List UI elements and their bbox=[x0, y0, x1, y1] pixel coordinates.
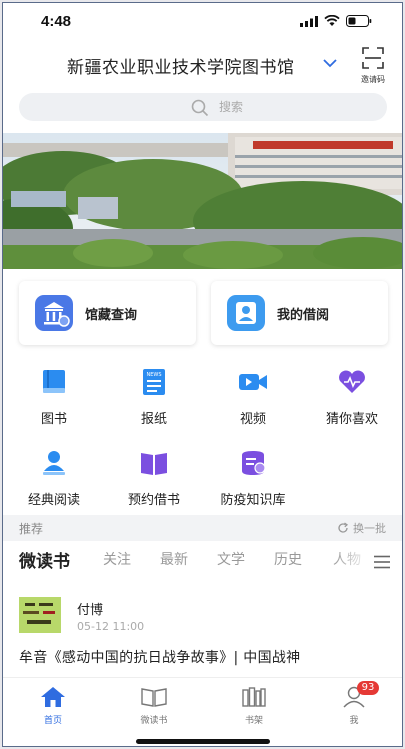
avatar[interactable] bbox=[19, 597, 61, 633]
grid-item-classic-reading[interactable]: 经典阅读 bbox=[14, 449, 94, 508]
collection-search-card[interactable]: 馆藏查询 bbox=[19, 281, 196, 345]
grid-item-video[interactable]: 视频 bbox=[213, 368, 293, 427]
grid-item-epidemic-knowledge[interactable]: 防疫知识库 bbox=[213, 449, 293, 508]
nav-profile[interactable]: 93 我 bbox=[319, 681, 389, 726]
library-building-icon bbox=[35, 295, 73, 331]
status-icons bbox=[300, 15, 372, 27]
signal-icon bbox=[300, 15, 318, 27]
recommend-bar: 推荐 换一批 bbox=[3, 515, 402, 541]
bookshelf-icon bbox=[242, 687, 266, 707]
quick-cards: 馆藏查询 我的借阅 bbox=[19, 281, 388, 345]
campus-banner[interactable] bbox=[3, 133, 402, 269]
chevron-down-icon[interactable] bbox=[323, 59, 337, 68]
tab-follow[interactable]: 关注 bbox=[103, 549, 131, 569]
search-icon bbox=[191, 99, 209, 117]
grid-item-reserve-book[interactable]: 预约借书 bbox=[114, 449, 194, 508]
refresh-button[interactable]: 换一批 bbox=[337, 520, 386, 536]
grid-item-newspaper[interactable]: NEWS 报纸 bbox=[114, 368, 194, 427]
post-time: 05-12 11:00 bbox=[77, 620, 145, 633]
post-author[interactable]: 付博 bbox=[77, 599, 103, 618]
tab-history[interactable]: 历史 bbox=[274, 549, 302, 569]
tab-literature[interactable]: 文学 bbox=[217, 549, 245, 569]
wifi-icon bbox=[324, 15, 340, 26]
grid-label-recommend-for-you: 猜你喜欢 bbox=[325, 412, 378, 427]
post-title[interactable]: 牟音《感动中国的抗日战争故事》| 中国战神 bbox=[19, 647, 300, 667]
newspaper-icon: NEWS bbox=[143, 369, 165, 395]
svg-text:NEWS: NEWS bbox=[146, 372, 161, 378]
refresh-icon bbox=[338, 522, 349, 533]
tab-latest[interactable]: 最新 bbox=[160, 549, 188, 569]
my-borrow-card[interactable]: 我的借阅 bbox=[211, 281, 388, 345]
video-icon bbox=[239, 374, 267, 390]
category-tabs: 微读书 关注 最新 文学 历史 人物 bbox=[3, 543, 402, 579]
nav-label-weidushu: 微读书 bbox=[140, 716, 168, 726]
search-bar[interactable]: 搜索 bbox=[19, 93, 387, 121]
grid-label-reserve-book: 预约借书 bbox=[127, 493, 180, 508]
grid-item-recommend-for-you[interactable]: 猜你喜欢 bbox=[312, 368, 392, 427]
book-icon bbox=[43, 370, 65, 393]
recommend-title: 推荐 bbox=[19, 522, 44, 536]
scan-code-button[interactable]: 邀请码 bbox=[358, 47, 388, 85]
battery-icon bbox=[346, 15, 372, 27]
grid-label-newspaper: 报纸 bbox=[140, 412, 167, 427]
bottom-nav: 首页 微读书 书架 93 我 bbox=[3, 677, 402, 746]
heart-icon bbox=[339, 370, 365, 393]
home-indicator bbox=[136, 739, 270, 744]
reader-person-icon bbox=[43, 451, 65, 475]
grid-label-epidemic-knowledge: 防疫知识库 bbox=[220, 493, 286, 508]
app-header: 新疆农业职业技术学院图书馆 邀请码 bbox=[3, 47, 402, 85]
collection-search-label: 馆藏查询 bbox=[85, 308, 138, 323]
refresh-label: 换一批 bbox=[353, 522, 386, 535]
tab-weidushu[interactable]: 微读书 bbox=[19, 547, 70, 572]
nav-home[interactable]: 首页 bbox=[18, 686, 88, 726]
nav-label-bookshelf: 书架 bbox=[244, 716, 263, 726]
borrow-portrait-icon bbox=[227, 295, 265, 331]
grid-label-books: 图书 bbox=[40, 412, 67, 427]
nav-weidushu[interactable]: 微读书 bbox=[119, 686, 189, 726]
notification-badge: 93 bbox=[357, 681, 379, 695]
tab-fade bbox=[332, 543, 372, 579]
status-bar: 4:48 bbox=[3, 3, 402, 43]
search-placeholder: 搜索 bbox=[219, 100, 244, 114]
home-icon bbox=[41, 687, 65, 707]
library-name[interactable]: 新疆农业职业技术学院图书馆 bbox=[67, 53, 295, 78]
open-book-outline-icon bbox=[141, 688, 167, 707]
scan-label: 邀请码 bbox=[361, 75, 385, 84]
feed-post[interactable]: 付博 05-12 11:00 牟音《感动中国的抗日战争故事》| 中国战神 bbox=[3, 589, 402, 675]
scan-icon bbox=[362, 47, 384, 69]
knowledge-base-icon bbox=[242, 451, 266, 475]
nav-bookshelf[interactable]: 书架 bbox=[219, 686, 289, 726]
status-time: 4:48 bbox=[41, 13, 72, 30]
phone-screen: 4:48 新疆农业职业技术学院图书馆 邀请码 搜索 馆藏查询 我的借阅 图书 N… bbox=[2, 2, 403, 747]
nav-label-profile: 我 bbox=[349, 716, 359, 726]
campus-photo bbox=[3, 133, 402, 269]
open-book-icon bbox=[141, 453, 167, 475]
my-borrow-label: 我的借阅 bbox=[277, 308, 330, 323]
grid-label-video: 视频 bbox=[239, 412, 266, 427]
grid-item-books[interactable]: 图书 bbox=[14, 368, 94, 427]
nav-label-home: 首页 bbox=[43, 716, 62, 726]
menu-icon[interactable] bbox=[374, 555, 390, 569]
grid-label-classic-reading: 经典阅读 bbox=[27, 493, 80, 508]
